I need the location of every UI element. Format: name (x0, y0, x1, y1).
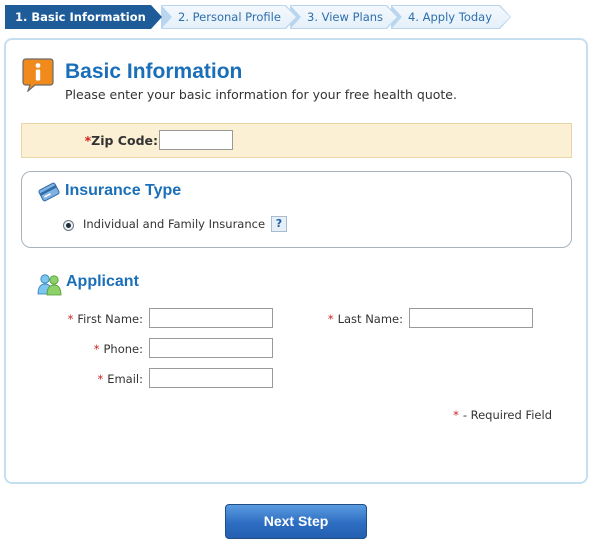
required-asterisk: * (453, 408, 459, 422)
individual-family-label: Individual and Family Insurance (83, 217, 266, 231)
required-asterisk: * (97, 372, 104, 386)
info-icon (22, 58, 54, 92)
insurance-card-icon (38, 182, 60, 202)
required-asterisk: * (93, 342, 100, 356)
phone-input[interactable] (149, 338, 273, 358)
last-name-label: * Last Name: (328, 312, 403, 326)
first-name-label-text: First Name: (77, 312, 143, 326)
help-button[interactable]: ? (271, 216, 287, 232)
basic-information-panel: Basic Information Please enter your basi… (4, 38, 588, 484)
individual-family-radio[interactable] (63, 220, 74, 231)
applicant-title: Applicant (66, 273, 139, 290)
required-asterisk: * (327, 312, 334, 326)
zip-code-row: *Zip Code: (21, 123, 572, 158)
insurance-type-title: Insurance Type (65, 182, 182, 199)
step-progress-bar: 1. Basic Information 2. Personal Profile… (5, 5, 505, 29)
step-label: 2. Personal Profile (178, 10, 281, 24)
required-field-note: * - Required Field (453, 408, 552, 422)
last-name-input[interactable] (409, 308, 533, 328)
phone-label-text: Phone: (103, 342, 144, 356)
required-field-text: - Required Field (462, 408, 552, 422)
step-view-plans: 3. View Plans (290, 5, 398, 29)
next-step-button[interactable]: Next Step (225, 504, 367, 539)
step-label: 4. Apply Today (408, 10, 493, 24)
page-subtitle: Please enter your basic information for … (65, 87, 457, 102)
insurance-type-section: Insurance Type Individual and Family Ins… (21, 171, 572, 248)
people-icon (37, 274, 62, 296)
page-title: Basic Information (65, 60, 243, 83)
step-personal-profile: 2. Personal Profile (161, 5, 297, 29)
step-label: 3. View Plans (307, 10, 384, 24)
zip-code-input[interactable] (159, 130, 233, 150)
required-asterisk: * (67, 312, 74, 326)
email-label-text: Email: (107, 372, 143, 386)
zip-code-label: *Zip Code: (85, 133, 158, 148)
first-name-input[interactable] (149, 308, 273, 328)
step-basic-information: 1. Basic Information (5, 5, 162, 29)
zip-code-label-text: Zip Code: (91, 133, 158, 148)
first-name-label: * First Name: (68, 312, 143, 326)
step-apply-today: 4. Apply Today (391, 5, 511, 29)
phone-label: * Phone: (94, 342, 143, 356)
email-label: * Email: (97, 372, 143, 386)
last-name-label-text: Last Name: (337, 312, 403, 326)
email-input[interactable] (149, 368, 273, 388)
step-label: 1. Basic Information (15, 10, 146, 24)
